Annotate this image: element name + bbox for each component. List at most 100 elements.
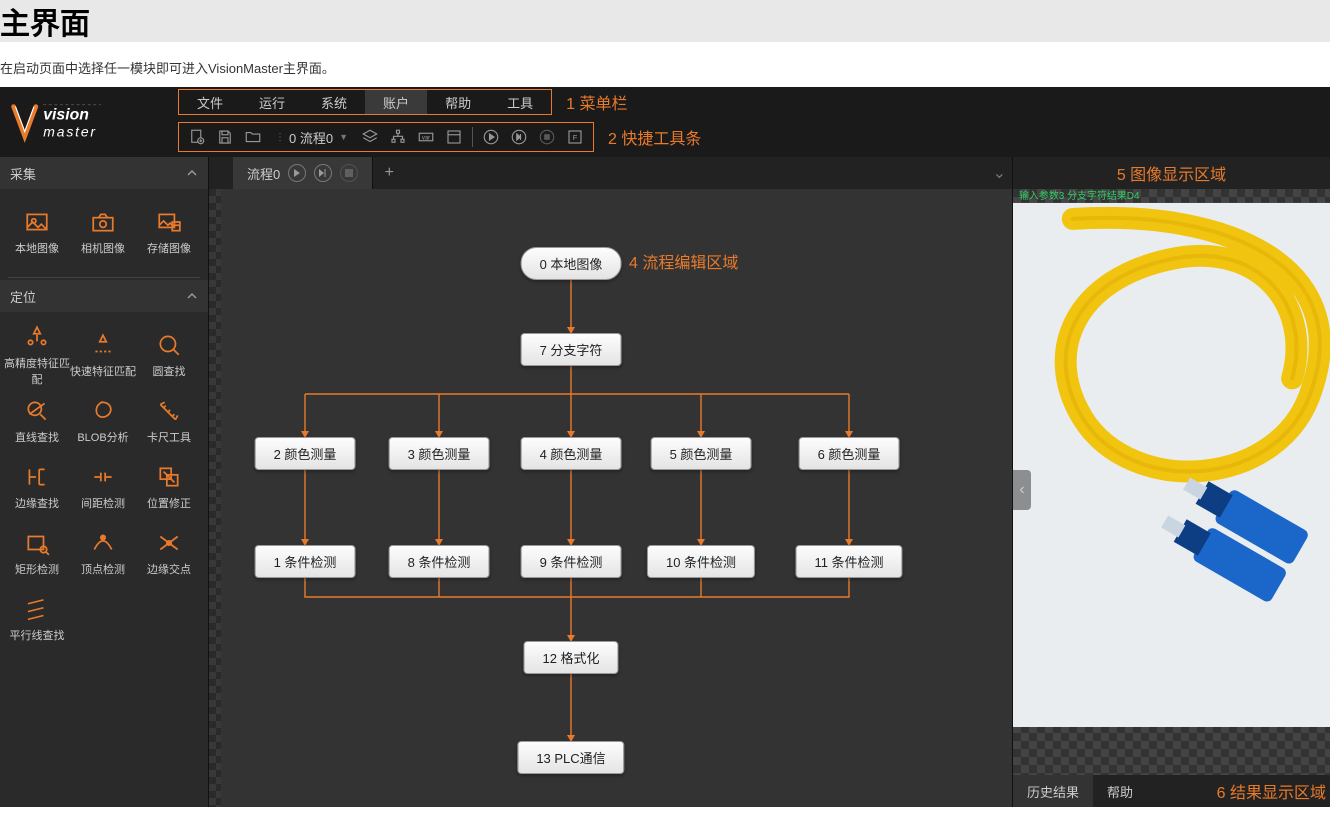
tab-play-icon[interactable]: [288, 164, 306, 182]
toolbox-sidebar: 采集 本地图像 相机图像存储图像 定位 高精度特征匹配快速特征匹配 圆查找直线查找 B…: [0, 157, 208, 807]
tool-label: 位置修正: [147, 495, 191, 511]
doc-title-bar: 主界面: [0, 0, 1330, 42]
menu-account[interactable]: 账户: [365, 90, 427, 114]
tool-label: 边缘查找: [15, 495, 59, 511]
tab-history-results[interactable]: 历史结果: [1013, 775, 1093, 807]
tab-add-button[interactable]: +: [373, 157, 405, 189]
node-color-5[interactable]: 5 颜色测量: [651, 437, 752, 470]
group-header-locate[interactable]: 定位: [0, 280, 208, 312]
tool-label: 快速特征匹配: [70, 363, 136, 379]
rect-detect-icon: [23, 529, 51, 557]
flow-tab-0[interactable]: 流程0: [233, 157, 373, 189]
image-viewer[interactable]: 输入参数3 分支字符结果D4 ‹: [1013, 189, 1330, 775]
layers-icon[interactable]: [356, 123, 384, 151]
tool-position-fix[interactable]: 位置修正: [136, 454, 202, 520]
flow-editor: 流程0 + ⌄ 3 工具箱 4 流程编辑区域: [208, 157, 1012, 807]
annot-toolbar: 2 快捷工具条: [608, 125, 701, 149]
tool-label: 直线查找: [15, 429, 59, 445]
panel-expand-handle[interactable]: ‹: [1013, 470, 1031, 510]
menu-tools[interactable]: 工具: [489, 90, 551, 114]
menu-file[interactable]: 文件: [179, 90, 241, 114]
chevron-up-icon: [186, 290, 198, 302]
tree-icon[interactable]: [384, 123, 412, 151]
tool-edge-intersect[interactable]: 边缘交点: [136, 520, 202, 586]
node-local-image[interactable]: 0 本地图像: [521, 247, 622, 280]
edge-find-icon: [23, 463, 51, 491]
node-branch-char[interactable]: 7 分支字符: [521, 333, 622, 366]
node-color-2[interactable]: 2 颜色测量: [255, 437, 356, 470]
menu-system[interactable]: 系统: [303, 90, 365, 114]
tool-line-find[interactable]: 直线查找: [4, 388, 70, 454]
tool-circle-find[interactable]: 圆查找: [136, 322, 202, 388]
play-icon[interactable]: [477, 123, 505, 151]
var-icon[interactable]: var: [412, 123, 440, 151]
annot-image-display: 5 图像显示区域: [1013, 157, 1330, 189]
node-color-3[interactable]: 3 颜色测量: [389, 437, 490, 470]
blob-icon: [89, 397, 117, 425]
tool-caliper[interactable]: 卡尺工具: [136, 388, 202, 454]
tool-camera[interactable]: 相机图像: [70, 199, 136, 265]
chevron-up-icon: [186, 167, 198, 179]
save-icon[interactable]: [211, 123, 239, 151]
tab-play-loop-icon[interactable]: [314, 164, 332, 182]
parallel-line-icon: [23, 595, 51, 623]
fullscreen-icon[interactable]: F: [561, 123, 589, 151]
doc-title: 主界面: [0, 0, 90, 43]
tool-rect-detect[interactable]: 矩形检测: [4, 520, 70, 586]
node-cond-1[interactable]: 1 条件检测: [255, 545, 356, 578]
flow-canvas[interactable]: 4 流程编辑区域: [209, 189, 1012, 807]
tool-label: 圆查找: [153, 363, 186, 379]
save-image-icon: [155, 208, 183, 236]
line-find-icon: [23, 397, 51, 425]
tool-parallel-line[interactable]: 平行线查找: [4, 586, 70, 652]
flow-selector[interactable]: ⋮ 0 流程0 ▼: [267, 128, 356, 147]
feature-fast-icon: [89, 331, 117, 359]
flow-connections: [209, 189, 1012, 807]
tool-image[interactable]: 本地图像: [4, 199, 70, 265]
tool-label: 平行线查找: [10, 627, 65, 643]
svg-text:输入参数3 分支字符结果D4: 输入参数3 分支字符结果D4: [1019, 189, 1140, 202]
position-fix-icon: [155, 463, 183, 491]
annot-result-display: 6 结果显示区域: [1217, 775, 1330, 807]
menu-help[interactable]: 帮助: [427, 90, 489, 114]
tabs-dropdown-icon[interactable]: ⌄: [993, 163, 1006, 183]
tool-label: 本地图像: [15, 240, 59, 256]
menu-run[interactable]: 运行: [241, 90, 303, 114]
node-cond-9[interactable]: 9 条件检测: [521, 545, 622, 578]
node-cond-11[interactable]: 11 条件检测: [795, 545, 902, 578]
tool-label: 顶点检测: [81, 561, 125, 577]
tool-label: 卡尺工具: [147, 429, 191, 445]
group-header-capture[interactable]: 采集: [0, 157, 208, 189]
tool-save-image[interactable]: 存储图像: [136, 199, 202, 265]
svg-text:F: F: [573, 133, 578, 142]
tool-blob[interactable]: BLOB分析: [70, 388, 136, 454]
edge-intersect-icon: [155, 529, 183, 557]
tool-label: BLOB分析: [77, 429, 128, 445]
new-file-icon[interactable]: [183, 123, 211, 151]
gap-icon: [89, 463, 117, 491]
tool-vertex[interactable]: 顶点检测: [70, 520, 136, 586]
node-plc-13[interactable]: 13 PLC通信: [517, 741, 624, 774]
node-color-4[interactable]: 4 颜色测量: [521, 437, 622, 470]
svg-text:var: var: [422, 135, 430, 141]
tool-feature-hi[interactable]: 高精度特征匹配: [4, 322, 70, 388]
tab-stop-icon[interactable]: [340, 164, 358, 182]
tool-edge-find[interactable]: 边缘查找: [4, 454, 70, 520]
tab-help[interactable]: 帮助: [1093, 775, 1147, 807]
node-format-12[interactable]: 12 格式化: [523, 641, 618, 674]
image-icon: [23, 208, 51, 236]
window-icon[interactable]: [440, 123, 468, 151]
node-color-6[interactable]: 6 颜色测量: [799, 437, 900, 470]
tool-label: 间距检测: [81, 495, 125, 511]
tool-label: 高精度特征匹配: [4, 355, 70, 387]
node-cond-8[interactable]: 8 条件检测: [389, 545, 490, 578]
stop-icon[interactable]: [533, 123, 561, 151]
tool-label: 边缘交点: [147, 561, 191, 577]
tool-gap[interactable]: 间距检测: [70, 454, 136, 520]
node-cond-10[interactable]: 10 条件检测: [647, 545, 755, 578]
tool-feature-fast[interactable]: 快速特征匹配: [70, 322, 136, 388]
tool-label: 相机图像: [81, 240, 125, 256]
caliper-icon: [155, 397, 183, 425]
open-folder-icon[interactable]: [239, 123, 267, 151]
play-loop-icon[interactable]: [505, 123, 533, 151]
